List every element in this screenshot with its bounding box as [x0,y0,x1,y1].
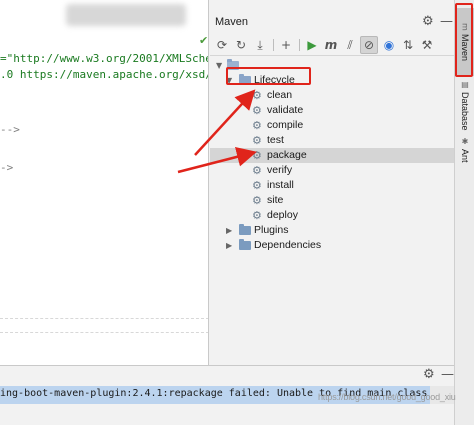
tree-phase-compile[interactable]: ⚙ compile [210,118,454,133]
gear-icon: ⚙ [252,179,262,192]
phase-label: site [267,194,284,206]
tree-phase-install[interactable]: ⚙ install [210,178,454,193]
offline-mode-icon[interactable]: ⊘ [360,36,378,54]
maven-panel-title: Maven [215,16,249,28]
phase-label: clean [267,89,293,101]
divider [0,332,208,333]
maven-tree: ▼ ▼ Lifecycle ⚙ clean ⚙ validate ⚙ compi… [210,58,454,365]
toolbar-separator [273,39,274,51]
maven-toolbar: ⟳ ↻ ⤓ + ▶ m ⫽ ⊘ ◉ ⇅ ⚒ [210,34,454,56]
blurred-tab [66,4,186,26]
editor-tab-bar: ✔ [0,0,208,47]
tree-phase-test[interactable]: ⚙ test [210,133,454,148]
toolbar-separator [299,39,300,51]
code-editor[interactable]: ✔ ="http://www.w3.org/2001/XMLSchema- .0… [0,0,209,365]
add-icon[interactable]: + [277,36,295,54]
ant-side-tab-label: Ant [460,149,470,163]
skip-tests-icon[interactable]: ⫽ [341,36,359,54]
tree-phase-package[interactable]: ⚙ package [210,148,454,163]
code-line: -> [0,161,14,174]
gear-icon: ⚙ [252,164,262,177]
execute-goal-icon[interactable]: m [322,36,340,54]
run-panel-header: ⚙ — [0,366,454,386]
dependencies-label: Dependencies [254,239,322,251]
gear-icon: ⚙ [252,149,262,162]
flash-icon[interactable]: ◉ [380,36,398,54]
maven-panel-header: Maven ⚙ — [210,12,454,34]
maven-tab-annotation-box [455,3,473,77]
database-icon: ▤ [460,79,470,89]
tree-phase-validate[interactable]: ⚙ validate [210,103,454,118]
phase-label: compile [267,119,304,131]
ant-icon: ✱ [460,137,470,147]
ide-window: ✔ ="http://www.w3.org/2001/XMLSchema- .0… [0,0,474,425]
gear-icon[interactable]: ⚙ [423,367,435,382]
collapse-arrow-icon[interactable]: ▶ [226,223,232,238]
gear-icon: ⚙ [252,119,262,132]
check-icon: ✔ [199,34,209,47]
minimize-icon[interactable]: — [440,14,453,29]
wrench-icon[interactable]: ⚒ [418,36,436,54]
gear-icon[interactable]: ⚙ [422,14,434,29]
code-line: --> [0,123,20,136]
gear-icon: ⚙ [252,134,262,147]
gear-icon: ⚙ [252,194,262,207]
maven-panel: Maven ⚙ — ⟳ ↻ ⤓ + ▶ m ⫽ ⊘ ◉ ⇅ ⚒ ▼ ▼ Life… [210,12,454,365]
phase-label: verify [267,164,293,176]
plugins-label: Plugins [254,224,289,236]
tree-plugins[interactable]: ▶ Plugins [210,223,454,238]
folder-icon [239,239,251,250]
tree-phase-verify[interactable]: ⚙ verify [210,163,454,178]
phase-label: install [267,179,294,191]
tree-phase-deploy[interactable]: ⚙ deploy [210,208,454,223]
phase-label: validate [267,104,304,116]
phase-label: test [267,134,284,146]
refresh-icon[interactable]: ⟳ [213,36,231,54]
collapse-arrow-icon[interactable]: ▶ [226,238,232,253]
gear-icon: ⚙ [252,89,262,102]
tree-dependencies[interactable]: ▶ Dependencies [210,238,454,253]
run-icon[interactable]: ▶ [303,36,321,54]
download-icon[interactable]: ⤓ [251,36,269,54]
watermark: https://blog.csdn.net/good_good_xiu [318,392,456,402]
folder-icon [239,224,251,235]
database-side-tab[interactable]: ▤ Database [455,79,474,131]
minimize-icon[interactable]: — [441,367,454,382]
expand-arrow-icon[interactable]: ▼ [216,58,222,73]
phase-label: deploy [267,209,298,221]
gear-icon: ⚙ [252,104,262,117]
code-line: ="http://www.w3.org/2001/XMLSchema- [0,52,209,65]
gear-icon: ⚙ [252,209,262,222]
database-side-tab-label: Database [460,91,470,131]
divider [0,318,208,319]
generate-sources-icon[interactable]: ↻ [232,36,250,54]
phase-label: package [267,149,307,161]
ant-side-tab[interactable]: ✱ Ant [455,134,474,166]
lifecycle-annotation-box [226,67,311,85]
collapse-icon[interactable]: ⇅ [399,36,417,54]
tree-phase-clean[interactable]: ⚙ clean [210,88,454,103]
code-line: .0 https://maven.apache.org/xsd/mav [0,68,209,81]
tree-phase-site[interactable]: ⚙ site [210,193,454,208]
